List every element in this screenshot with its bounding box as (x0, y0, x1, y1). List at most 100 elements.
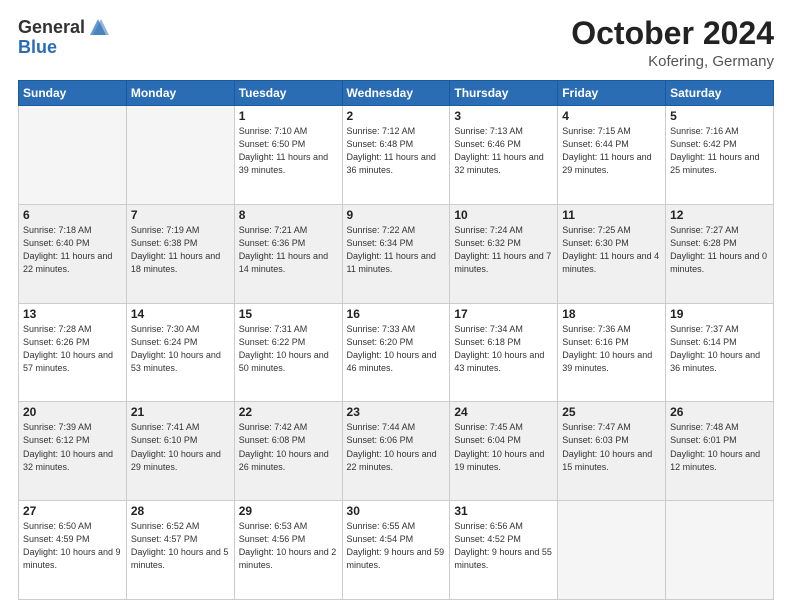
day-info: Sunrise: 7:41 AMSunset: 6:10 PMDaylight:… (131, 421, 230, 473)
day-number: 9 (347, 208, 446, 222)
location-subtitle: Kofering, Germany (571, 53, 774, 70)
calendar-cell (126, 106, 234, 205)
calendar-cell: 22 Sunrise: 7:42 AMSunset: 6:08 PMDayligh… (234, 402, 342, 501)
day-number: 15 (239, 307, 338, 321)
day-info: Sunrise: 7:27 AMSunset: 6:28 PMDaylight:… (670, 224, 769, 276)
calendar-week-3: 13 Sunrise: 7:28 AMSunset: 6:26 PMDayligh… (19, 303, 774, 402)
calendar-cell: 8 Sunrise: 7:21 AMSunset: 6:36 PMDaylight… (234, 204, 342, 303)
day-number: 18 (562, 307, 661, 321)
calendar-cell: 7Sunrise: 7:19 AMSunset: 6:38 PMDaylight… (126, 204, 234, 303)
day-info: Sunrise: 7:24 AMSunset: 6:32 PMDaylight:… (454, 224, 553, 276)
day-info: Sunrise: 6:56 AMSunset: 4:52 PMDaylight:… (454, 520, 553, 572)
day-info: Sunrise: 7:39 AMSunset: 6:12 PMDaylight:… (23, 421, 122, 473)
day-info: Sunrise: 7:33 AMSunset: 6:20 PMDaylight:… (347, 323, 446, 375)
day-number: 16 (347, 307, 446, 321)
calendar-cell (19, 106, 127, 205)
day-info: Sunrise: 7:31 AMSunset: 6:22 PMDaylight:… (239, 323, 338, 375)
calendar-cell: 17 Sunrise: 7:34 AMSunset: 6:18 PMDayligh… (450, 303, 558, 402)
calendar-cell: 28 Sunrise: 6:52 AMSunset: 4:57 PMDayligh… (126, 501, 234, 600)
title-block: October 2024 Kofering, Germany (571, 16, 774, 70)
weekday-header-tuesday: Tuesday (234, 81, 342, 106)
calendar-cell (558, 501, 666, 600)
calendar-cell: 15 Sunrise: 7:31 AMSunset: 6:22 PMDayligh… (234, 303, 342, 402)
day-number: 22 (239, 405, 338, 419)
calendar-cell: 1 Sunrise: 7:10 AMSunset: 6:50 PMDaylight… (234, 106, 342, 205)
day-info: Sunrise: 7:21 AMSunset: 6:36 PMDaylight:… (239, 224, 338, 276)
calendar-cell: 14 Sunrise: 7:30 AMSunset: 6:24 PMDayligh… (126, 303, 234, 402)
calendar-cell: 18Sunrise: 7:36 AMSunset: 6:16 PMDayligh… (558, 303, 666, 402)
day-info: Sunrise: 6:53 AMSunset: 4:56 PMDaylight:… (239, 520, 338, 572)
day-number: 30 (347, 504, 446, 518)
calendar-cell: 21 Sunrise: 7:41 AMSunset: 6:10 PMDayligh… (126, 402, 234, 501)
day-info: Sunrise: 7:42 AMSunset: 6:08 PMDaylight:… (239, 421, 338, 473)
logo-general: General (18, 18, 85, 36)
day-info: Sunrise: 6:55 AMSunset: 4:54 PMDaylight:… (347, 520, 446, 572)
day-info: Sunrise: 7:19 AMSunset: 6:38 PMDaylight:… (131, 224, 230, 276)
logo: General Blue (18, 16, 109, 56)
day-info: Sunrise: 7:12 AMSunset: 6:48 PMDaylight:… (347, 125, 446, 177)
day-number: 27 (23, 504, 122, 518)
day-info: Sunrise: 7:48 AMSunset: 6:01 PMDaylight:… (670, 421, 769, 473)
day-number: 10 (454, 208, 553, 222)
calendar-cell: 27 Sunrise: 6:50 AMSunset: 4:59 PMDayligh… (19, 501, 127, 600)
day-number: 1 (239, 109, 338, 123)
logo-blue: Blue (18, 38, 57, 56)
header: General Blue October 2024 Kofering, Germ… (18, 16, 774, 70)
weekday-header-row: SundayMondayTuesdayWednesdayThursdayFrid… (19, 81, 774, 106)
logo-icon (87, 16, 109, 38)
weekday-header-friday: Friday (558, 81, 666, 106)
day-info: Sunrise: 7:18 AMSunset: 6:40 PMDaylight:… (23, 224, 122, 276)
weekday-header-wednesday: Wednesday (342, 81, 450, 106)
day-number: 3 (454, 109, 553, 123)
day-info: Sunrise: 7:47 AMSunset: 6:03 PMDaylight:… (562, 421, 661, 473)
day-number: 2 (347, 109, 446, 123)
calendar-week-2: 6 Sunrise: 7:18 AMSunset: 6:40 PMDaylight… (19, 204, 774, 303)
day-number: 17 (454, 307, 553, 321)
day-number: 8 (239, 208, 338, 222)
calendar-week-1: 1 Sunrise: 7:10 AMSunset: 6:50 PMDaylight… (19, 106, 774, 205)
day-info: Sunrise: 6:52 AMSunset: 4:57 PMDaylight:… (131, 520, 230, 572)
day-info: Sunrise: 7:45 AMSunset: 6:04 PMDaylight:… (454, 421, 553, 473)
weekday-header-sunday: Sunday (19, 81, 127, 106)
day-info: Sunrise: 7:10 AMSunset: 6:50 PMDaylight:… (239, 125, 338, 177)
calendar-cell: 9 Sunrise: 7:22 AMSunset: 6:34 PMDaylight… (342, 204, 450, 303)
day-number: 11 (562, 208, 661, 222)
day-info: Sunrise: 7:28 AMSunset: 6:26 PMDaylight:… (23, 323, 122, 375)
day-number: 6 (23, 208, 122, 222)
calendar-cell: 4Sunrise: 7:15 AMSunset: 6:44 PMDaylight… (558, 106, 666, 205)
day-info: Sunrise: 6:50 AMSunset: 4:59 PMDaylight:… (23, 520, 122, 572)
day-number: 21 (131, 405, 230, 419)
day-number: 29 (239, 504, 338, 518)
calendar-cell: 29 Sunrise: 6:53 AMSunset: 4:56 PMDayligh… (234, 501, 342, 600)
calendar-cell: 11 Sunrise: 7:25 AMSunset: 6:30 PMDayligh… (558, 204, 666, 303)
day-number: 14 (131, 307, 230, 321)
day-number: 19 (670, 307, 769, 321)
day-number: 28 (131, 504, 230, 518)
calendar-cell (666, 501, 774, 600)
month-title: October 2024 (571, 16, 774, 51)
calendar-cell: 16 Sunrise: 7:33 AMSunset: 6:20 PMDayligh… (342, 303, 450, 402)
calendar-cell: 3 Sunrise: 7:13 AMSunset: 6:46 PMDaylight… (450, 106, 558, 205)
day-info: Sunrise: 7:37 AMSunset: 6:14 PMDaylight:… (670, 323, 769, 375)
page: General Blue October 2024 Kofering, Germ… (0, 0, 792, 612)
calendar-week-4: 20 Sunrise: 7:39 AMSunset: 6:12 PMDayligh… (19, 402, 774, 501)
calendar-cell: 20 Sunrise: 7:39 AMSunset: 6:12 PMDayligh… (19, 402, 127, 501)
day-number: 13 (23, 307, 122, 321)
day-info: Sunrise: 7:22 AMSunset: 6:34 PMDaylight:… (347, 224, 446, 276)
day-info: Sunrise: 7:34 AMSunset: 6:18 PMDaylight:… (454, 323, 553, 375)
day-number: 25 (562, 405, 661, 419)
day-info: Sunrise: 7:30 AMSunset: 6:24 PMDaylight:… (131, 323, 230, 375)
weekday-header-monday: Monday (126, 81, 234, 106)
calendar-cell: 24Sunrise: 7:45 AMSunset: 6:04 PMDayligh… (450, 402, 558, 501)
day-info: Sunrise: 7:13 AMSunset: 6:46 PMDaylight:… (454, 125, 553, 177)
day-number: 23 (347, 405, 446, 419)
calendar-cell: 12Sunrise: 7:27 AMSunset: 6:28 PMDayligh… (666, 204, 774, 303)
day-number: 26 (670, 405, 769, 419)
day-info: Sunrise: 7:25 AMSunset: 6:30 PMDaylight:… (562, 224, 661, 276)
day-info: Sunrise: 7:44 AMSunset: 6:06 PMDaylight:… (347, 421, 446, 473)
calendar-cell: 2 Sunrise: 7:12 AMSunset: 6:48 PMDaylight… (342, 106, 450, 205)
day-number: 20 (23, 405, 122, 419)
day-info: Sunrise: 7:15 AMSunset: 6:44 PMDaylight:… (562, 125, 661, 177)
calendar-cell: 5Sunrise: 7:16 AMSunset: 6:42 PMDaylight… (666, 106, 774, 205)
calendar-cell: 23 Sunrise: 7:44 AMSunset: 6:06 PMDayligh… (342, 402, 450, 501)
